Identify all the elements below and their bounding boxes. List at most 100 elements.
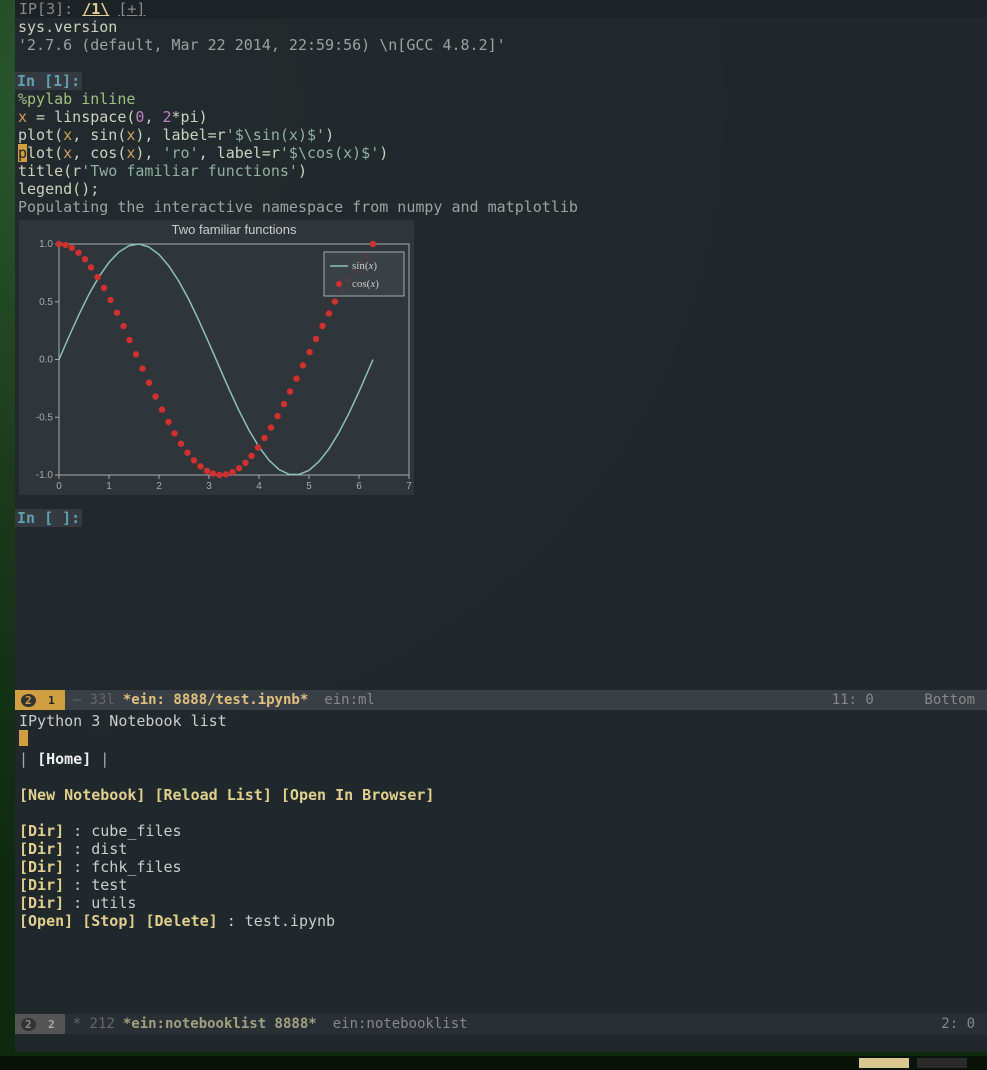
svg-text:3: 3 (206, 481, 212, 492)
svg-text:0.0: 0.0 (39, 355, 53, 366)
ml-badge2: 1 (44, 694, 59, 707)
prev-line1: sys.version (18, 18, 117, 36)
svg-text:5: 5 (306, 481, 312, 492)
cell-2[interactable]: In [ ]: (15, 509, 987, 545)
code-l2f: *pi) (172, 108, 208, 126)
header-add-tab[interactable]: [+] (118, 0, 145, 18)
code-l6: legend(); (18, 180, 99, 198)
dir-name[interactable]: dist (91, 840, 127, 858)
svg-text:1.0: 1.0 (39, 239, 53, 250)
dir-tag[interactable]: [Dir] (19, 894, 64, 912)
code-l2a: x (18, 108, 27, 126)
modeline-badge-window: 2 1 (15, 690, 65, 710)
code-l5a: title(r (18, 162, 81, 180)
ml-buffer: *ein: 8888/test.ipynb* (123, 690, 308, 710)
dir-name[interactable]: test (91, 876, 127, 894)
ml2-dash: * 212 (65, 1014, 123, 1034)
nb-list-content[interactable]: IPython 3 Notebook list | [Home] | [New … (15, 710, 987, 932)
stop-button[interactable]: [Stop] (82, 912, 136, 930)
code-l4g: , label=r (199, 144, 280, 162)
modeline2-badge: 2 2 (15, 1014, 65, 1034)
cell-2-code[interactable] (15, 527, 987, 545)
minibuffer[interactable] (15, 1034, 987, 1052)
dir-sep: : (64, 822, 91, 840)
open-in-browser-button[interactable]: [Open In Browser] (281, 786, 435, 804)
code-l4i: ) (379, 144, 388, 162)
prev-line2: '2.7.6 (default, Mar 22 2014, 22:59:56) … (18, 36, 506, 54)
ml-badge1: 2 (21, 694, 36, 707)
notebooklist-pane[interactable]: IPython 3 Notebook list | [Home] | [New … (15, 710, 987, 1014)
dir-tag[interactable]: [Dir] (19, 858, 64, 876)
ml2-badge1: 2 (21, 1018, 36, 1031)
nblist-title: IPython 3 Notebook list (19, 712, 983, 730)
code-l2e: 2 (163, 108, 172, 126)
code-l4c: , cos( (72, 144, 126, 162)
modeline-bottom: 2 2 * 212 *ein:notebooklist 8888* ein:no… (15, 1014, 987, 1034)
code-l3a: plot( (18, 126, 63, 144)
notebook-pane[interactable]: IP[3]: /1\ [+] sys.version '2.7.6 (defau… (15, 0, 987, 690)
code-l4h: '$\cos(x)$' (280, 144, 379, 162)
dir-name[interactable]: utils (91, 894, 136, 912)
delete-button[interactable]: [Delete] (145, 912, 217, 930)
nblist-cursor (19, 730, 28, 746)
dir-sep: : (64, 858, 91, 876)
cell-1-prompt: In [1]: (15, 72, 82, 90)
cell-2-prompt: In [ ]: (15, 509, 82, 527)
cell-1-output: Populating the interactive namespace fro… (15, 198, 987, 216)
new-notebook-button[interactable]: [New Notebook] (19, 786, 145, 804)
code-l3c: , sin( (72, 126, 126, 144)
dir-row[interactable]: [Dir] : cube_files (19, 822, 983, 840)
dir-sep: : (64, 894, 91, 912)
code-l3f: '$\sin(x)$' (226, 126, 325, 144)
svg-text:1: 1 (106, 481, 112, 492)
reload-list-button[interactable]: [Reload List] (154, 786, 271, 804)
svg-text:2: 2 (156, 481, 162, 492)
dir-row[interactable]: [Dir] : fchk_files (19, 858, 983, 876)
code-l3e: ), label=r (135, 126, 225, 144)
svg-text:0.5: 0.5 (39, 297, 53, 308)
open-button[interactable]: [Open] (19, 912, 73, 930)
modeline-top: 2 1 — 33l *ein: 8888/test.ipynb* ein:ml … (15, 690, 987, 710)
code-l5c: ) (298, 162, 307, 180)
dir-name[interactable]: cube_files (91, 822, 181, 840)
ml2-pos: 2: 0 (941, 1016, 975, 1032)
header-active-tab[interactable]: /1\ (82, 0, 109, 18)
svg-text:-0.5: -0.5 (36, 412, 54, 423)
ml-mode: ein:ml (308, 690, 375, 710)
svg-text:4: 4 (256, 481, 262, 492)
code-l4f: 'ro' (163, 144, 199, 162)
dir-sep: : (64, 876, 91, 894)
ml-pos: 11: 0 (832, 692, 874, 708)
code-l4a: lot( (27, 144, 63, 162)
svg-text:Two familiar functions: Two familiar functions (172, 222, 297, 237)
code-l3g: ) (325, 126, 334, 144)
header-prefix: IP[3]: (19, 0, 82, 18)
code-l4b: x (63, 144, 72, 162)
emacs-frame: IP[3]: /1\ [+] sys.version '2.7.6 (defau… (15, 0, 987, 1052)
dir-row[interactable]: [Dir] : dist (19, 840, 983, 858)
cell-1[interactable]: In [1]: %pylab inline x = linspace(0, 2*… (15, 72, 987, 495)
dir-tag[interactable]: [Dir] (19, 840, 64, 858)
ml2-badge2: 2 (44, 1018, 59, 1031)
plot-output: Two familiar functions01234567-1.0-0.50.… (19, 220, 414, 495)
code-l2d: , (144, 108, 162, 126)
taskbar-item-2[interactable] (917, 1058, 967, 1068)
nblist-home[interactable]: [Home] (37, 750, 91, 768)
code-l5b: 'Two familiar functions' (81, 162, 298, 180)
taskbar (0, 1056, 987, 1070)
ml-dash: — 33l (65, 690, 123, 710)
file-name[interactable]: test.ipynb (245, 912, 335, 930)
ml2-buffer: *ein:notebooklist 8888* (123, 1014, 317, 1034)
dir-tag[interactable]: [Dir] (19, 876, 64, 894)
dir-row[interactable]: [Dir] : test (19, 876, 983, 894)
ml2-mode: ein:notebooklist (317, 1014, 468, 1034)
cell-1-code[interactable]: %pylab inline x = linspace(0, 2*pi) plot… (15, 90, 987, 198)
dir-name[interactable]: fchk_files (91, 858, 181, 876)
prev-cell-output[interactable]: sys.version '2.7.6 (default, Mar 22 2014… (15, 18, 987, 54)
dir-tag[interactable]: [Dir] (19, 822, 64, 840)
svg-text:7: 7 (406, 481, 412, 492)
cursor: p (18, 144, 27, 162)
code-l1: %pylab inline (18, 90, 135, 108)
dir-row[interactable]: [Dir] : utils (19, 894, 983, 912)
taskbar-item-1[interactable] (859, 1058, 909, 1068)
